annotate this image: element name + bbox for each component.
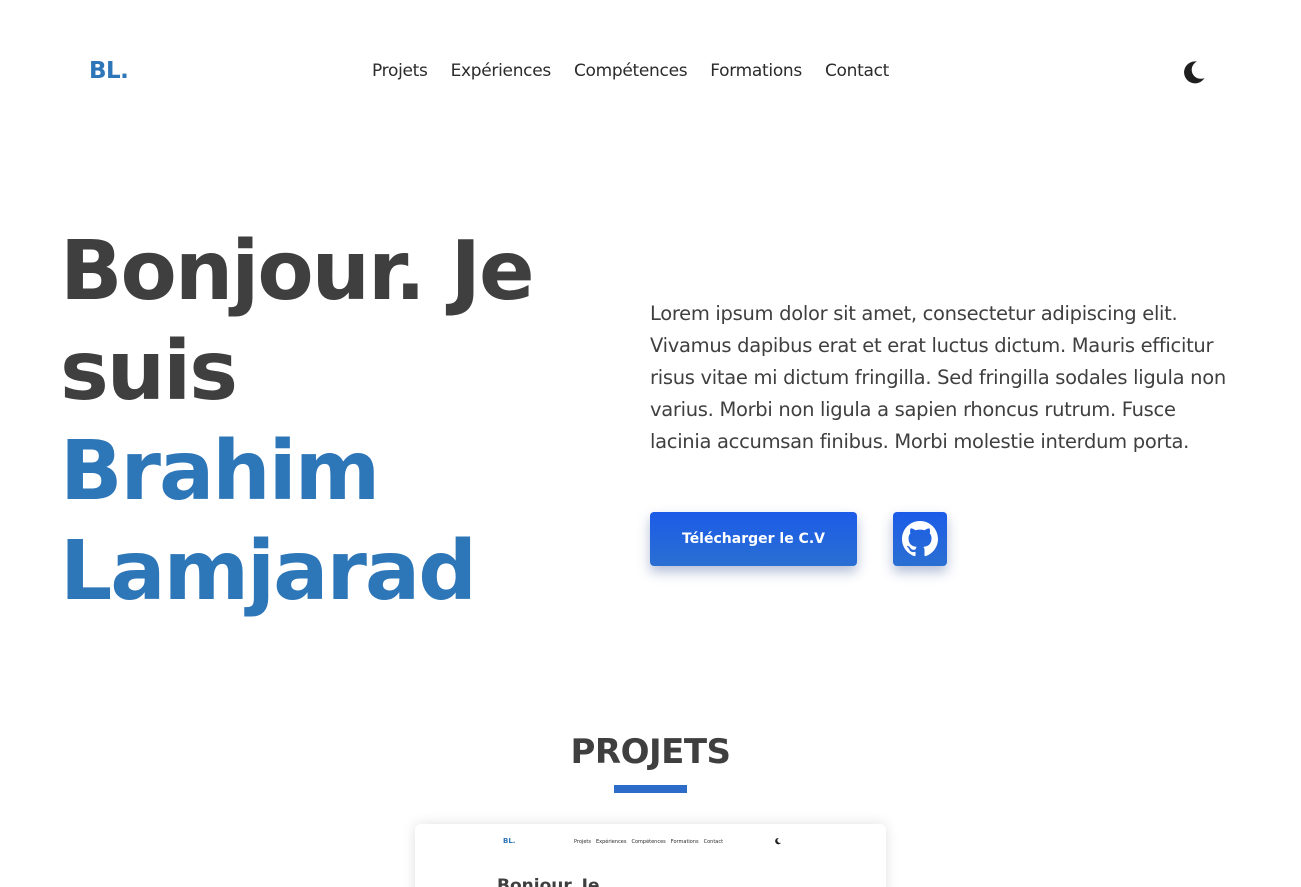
section-underline bbox=[614, 785, 687, 793]
preview-nav-item: Expériences bbox=[595, 839, 627, 845]
preview-moon-icon bbox=[775, 837, 781, 845]
github-button[interactable] bbox=[893, 512, 947, 566]
hero-title: Bonjour. Je suis Brahim Lamjarad bbox=[60, 222, 620, 622]
nav-link-competences[interactable]: Compétences bbox=[574, 61, 688, 81]
preview-nav-item: Formations bbox=[670, 839, 699, 845]
preview-title: Bonjour. Je bbox=[497, 876, 600, 887]
hero-description: Lorem ipsum dolor sit amet, consectetur … bbox=[650, 302, 1226, 453]
preview-nav-item: Compétences bbox=[631, 839, 666, 845]
download-cv-button[interactable]: Télécharger le C.V bbox=[650, 512, 857, 566]
hero-greeting: Bonjour. Je suis bbox=[60, 224, 535, 419]
nav-link-formations[interactable]: Formations bbox=[710, 61, 802, 81]
preview-logo: BL. bbox=[503, 837, 516, 845]
nav-link-projets[interactable]: Projets bbox=[372, 61, 428, 81]
preview-nav: Projets Expériences Compétences Formatio… bbox=[574, 839, 723, 845]
projects-section-title: PROJETS bbox=[570, 732, 731, 772]
main-nav: Projets Expériences Compétences Formatio… bbox=[372, 61, 889, 81]
github-icon bbox=[902, 521, 938, 557]
portfolio-page: BL. Projets Expériences Compétences Form… bbox=[0, 0, 1301, 887]
nav-link-contact[interactable]: Contact bbox=[825, 61, 889, 81]
project-card[interactable]: BL. Projets Expériences Compétences Form… bbox=[415, 824, 886, 887]
hero-name: Brahim Lamjarad bbox=[60, 424, 477, 619]
moon-icon bbox=[1184, 61, 1205, 84]
theme-toggle-button[interactable] bbox=[1180, 58, 1208, 86]
nav-link-experiences[interactable]: Expériences bbox=[451, 61, 552, 81]
site-logo[interactable]: BL. bbox=[89, 58, 129, 84]
preview-nav-item: Contact bbox=[703, 839, 724, 845]
preview-nav-item: Projets bbox=[574, 839, 591, 845]
